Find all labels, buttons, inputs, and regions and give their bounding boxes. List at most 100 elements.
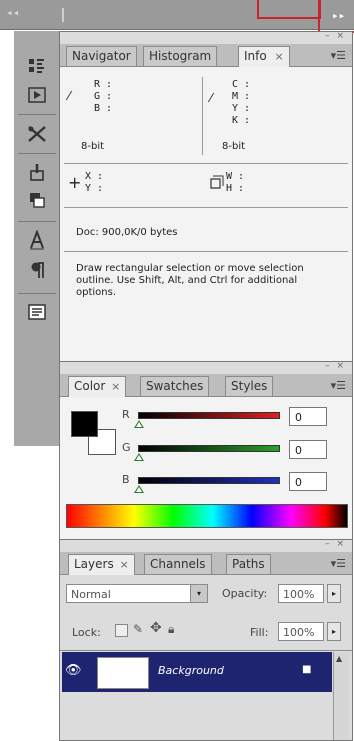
cyan-readout: C : <box>232 79 251 90</box>
character-icon[interactable] <box>23 227 51 253</box>
opacity-slider-button[interactable]: ▸ <box>327 584 341 603</box>
clone-source-icon[interactable] <box>23 187 51 213</box>
panel-minimize-close[interactable]: – × <box>325 539 346 549</box>
foreground-color-swatch[interactable] <box>71 411 98 437</box>
tool-hint: Draw rectangular selection or move selec… <box>76 263 304 298</box>
panel-dock-header: ◂◂ ▸▸ <box>0 0 354 33</box>
panel-minimize-close[interactable]: – × <box>325 361 346 371</box>
bitdepth-right: 8-bit <box>222 141 246 152</box>
layer-comps-icon[interactable] <box>23 299 51 325</box>
fill-label: Fill: <box>250 626 269 639</box>
layer-row-background[interactable]: 👁︎ Background ■ <box>62 652 332 692</box>
yellow-readout: Y : <box>232 103 251 114</box>
y-readout: Y : <box>85 183 104 194</box>
collapse-dock-button[interactable]: ◂◂ <box>6 6 19 19</box>
fill-slider-button[interactable]: ▸ <box>327 622 341 641</box>
panel-minimize-close[interactable]: – × <box>325 31 346 41</box>
lock-position-move-icon[interactable]: ✥ <box>150 620 162 636</box>
opacity-label: Opacity: <box>222 587 268 600</box>
layer-lock-icon: ■ <box>302 664 312 675</box>
panel-menu-icon[interactable]: ▾☰ <box>331 379 346 392</box>
highlight-box <box>257 0 321 19</box>
icon-dock <box>14 31 61 446</box>
fill-field[interactable]: 100% <box>278 622 324 641</box>
magenta-readout: M : <box>232 91 251 102</box>
tab-paths[interactable]: Paths <box>226 554 271 574</box>
dock-separator <box>18 293 56 294</box>
grip-divider <box>62 8 64 22</box>
tab-styles[interactable]: Styles <box>225 376 274 396</box>
lock-all-icon[interactable]: 🔒︎ <box>168 622 174 637</box>
opacity-field[interactable]: 100% <box>278 584 324 603</box>
panel-menu-icon[interactable]: ▾☰ <box>331 557 346 570</box>
dock-separator <box>18 153 56 154</box>
black-readout: K : <box>232 115 251 126</box>
info-panel-group: – × Navigator Histogram Info × ▾☰ R : G … <box>59 31 353 363</box>
close-icon[interactable]: × <box>111 380 120 393</box>
slider-label-g: G <box>122 441 131 454</box>
tab-swatches[interactable]: Swatches <box>140 376 210 396</box>
red-value-field[interactable]: 0 <box>289 407 327 426</box>
doc-size-info: Doc: 900,0K/0 bytes <box>76 227 178 238</box>
blue-readout: B : <box>94 103 113 114</box>
tab-layers-label: Layers <box>74 557 114 571</box>
color-spectrum-ramp[interactable] <box>66 504 348 528</box>
close-icon[interactable]: × <box>120 558 129 571</box>
layers-panel-group: – × Layers × Channels Paths ▾☰ Normal ▾ … <box>59 539 353 741</box>
lock-image-brush-icon[interactable]: ✎ <box>133 622 143 636</box>
tab-layers[interactable]: Layers × <box>68 554 135 575</box>
slider-label-r: R <box>122 408 130 421</box>
tab-info[interactable]: Info × <box>238 46 290 67</box>
green-value-field[interactable]: 0 <box>289 440 327 459</box>
close-icon[interactable]: × <box>275 50 284 63</box>
layers-separator <box>60 650 352 651</box>
info-separator <box>64 251 348 252</box>
tab-navigator[interactable]: Navigator <box>66 46 137 66</box>
layers-scrollbar[interactable]: ▲ <box>333 652 349 740</box>
green-slider[interactable] <box>138 445 280 452</box>
slider-label-b: B <box>122 473 130 486</box>
actions-icon[interactable] <box>23 82 51 108</box>
dock-separator <box>18 114 56 115</box>
lock-label: Lock: <box>72 626 101 639</box>
color-tabbar: Color × Swatches Styles ▾☰ <box>60 374 352 397</box>
tab-histogram[interactable]: Histogram <box>143 46 218 66</box>
expand-highlight-box: ▸▸ <box>318 0 354 33</box>
expand-dock-button[interactable]: ▸▸ <box>332 9 345 22</box>
panel-menu-icon[interactable]: ▾☰ <box>331 49 346 62</box>
red-slider-thumb[interactable] <box>134 420 144 428</box>
blue-slider-thumb[interactable] <box>134 485 144 493</box>
info-separator <box>64 163 348 164</box>
layer-name[interactable]: Background <box>158 664 224 677</box>
green-slider-thumb[interactable] <box>134 453 144 461</box>
tab-info-label: Info <box>244 49 267 63</box>
layer-thumbnail <box>97 657 149 689</box>
width-readout: W : <box>226 171 245 182</box>
eye-visibility-icon[interactable]: 👁︎ <box>65 663 82 678</box>
tab-color[interactable]: Color × <box>68 376 127 397</box>
blue-value-field[interactable]: 0 <box>289 472 327 491</box>
blue-slider[interactable] <box>138 477 280 484</box>
eyedropper-icon: ⁄ <box>68 89 71 103</box>
crosshair-icon: + <box>68 173 82 192</box>
tab-color-label: Color <box>74 379 106 393</box>
brushes-icon[interactable] <box>23 159 51 185</box>
red-readout: R : <box>94 79 113 90</box>
history-icon[interactable] <box>23 53 51 79</box>
chevron-down-icon[interactable]: ▾ <box>190 584 208 603</box>
lock-transparent-icon[interactable] <box>115 624 128 637</box>
tool-presets-icon[interactable] <box>23 121 51 147</box>
tab-channels[interactable]: Channels <box>144 554 212 574</box>
x-readout: X : <box>85 171 104 182</box>
selection-size-icon <box>210 175 224 192</box>
height-readout: H : <box>226 183 245 194</box>
eyedropper-cmyk-icon: ⁄ <box>210 91 213 105</box>
paragraph-icon[interactable] <box>23 257 51 283</box>
dock-separator <box>18 221 56 222</box>
info-body: R : G : B : ⁄ 8-bit C : M : Y : K : ⁄ 8-… <box>60 67 352 362</box>
info-separator <box>64 207 348 208</box>
red-slider[interactable] <box>138 412 280 419</box>
info-tabbar: Navigator Histogram Info × ▾☰ <box>60 44 352 67</box>
scroll-up-icon[interactable]: ▲ <box>336 654 342 663</box>
blend-mode-select[interactable]: Normal <box>66 584 202 603</box>
